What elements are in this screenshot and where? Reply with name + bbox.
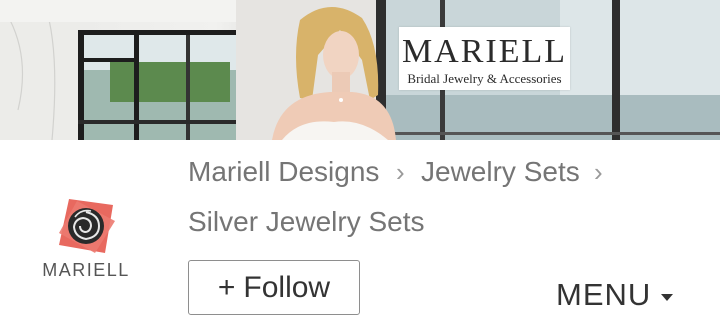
follow-button-label: Follow [243,270,331,304]
menu-label: MENU [556,277,652,312]
plus-icon: + [217,270,236,304]
banner-brand-tagline: Bridal Jewelry & Accessories [407,71,562,86]
hero-banner: MARIELL Bridal Jewelry & Accessories [0,0,720,140]
chevron-right-icon: › [594,157,603,187]
rose-logo-icon [59,199,115,253]
chevron-right-icon: › [396,157,405,187]
breadcrumb-current-silver-jewelry-sets[interactable]: Silver Jewelry Sets [188,205,425,239]
menu-dropdown[interactable]: MENU [556,277,674,313]
breadcrumb-link-jewelry-sets[interactable]: Jewelry Sets [421,155,580,189]
banner-brand-name: MARIELL [401,33,568,70]
caret-down-icon [661,293,674,301]
store-logo-text: MARIELL [42,260,130,280]
banner-photo [0,0,720,140]
store-logo[interactable]: MARIELL [38,195,134,285]
banner-brand-logo: MARIELL Bridal Jewelry & Accessories [399,27,570,90]
follow-button[interactable]: + Follow [188,260,360,315]
breadcrumb-link-mariell-designs[interactable]: Mariell Designs [188,155,379,189]
